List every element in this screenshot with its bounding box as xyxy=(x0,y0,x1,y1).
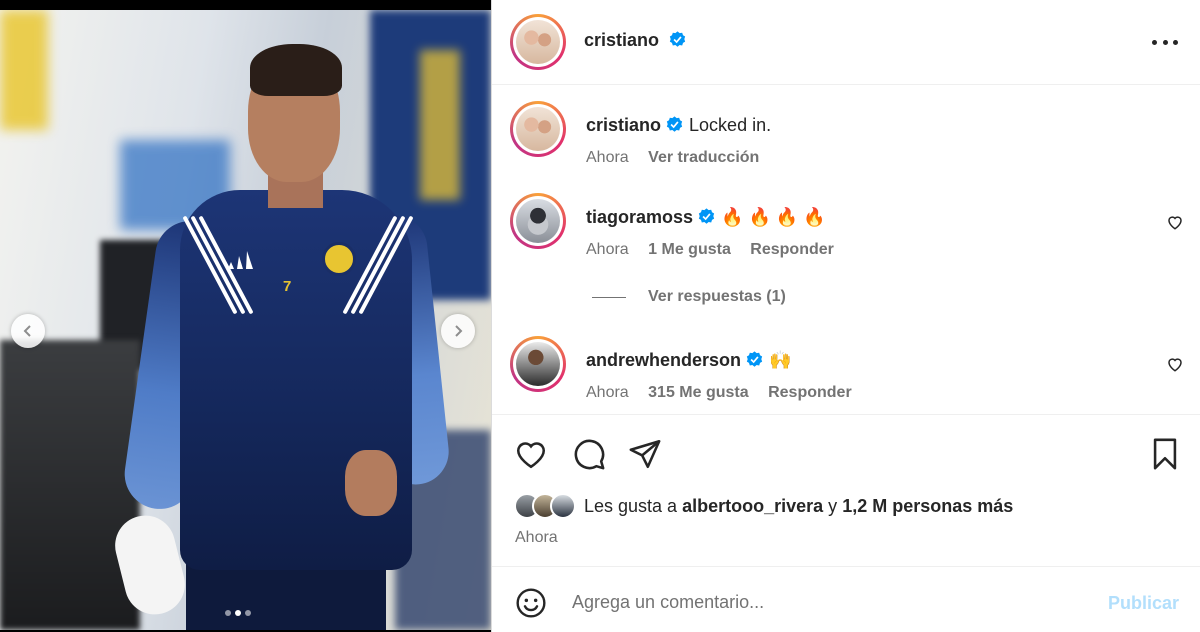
post-time[interactable]: Ahora xyxy=(515,529,558,547)
photo-shape xyxy=(250,44,342,96)
replies-divider xyxy=(592,296,626,298)
comment-composer: Publicar xyxy=(492,566,1200,632)
comment-text: 🔥 🔥 🔥 🔥 xyxy=(721,207,826,227)
comment-likes[interactable]: 1 Me gusta xyxy=(648,241,731,258)
view-replies-button[interactable]: Ver respuestas (1) xyxy=(592,288,786,306)
post-sidebar: cristiano cristiano Locked in. Ahora Ver… xyxy=(491,0,1200,632)
chevron-right-icon xyxy=(455,325,463,337)
comment-meta: Ahora 315 Me gusta Responder xyxy=(586,384,852,402)
photo-shape xyxy=(345,450,397,516)
likes-text: Les gusta a albertooo_rivera y 1,2 M per… xyxy=(584,496,1013,517)
caption-avatar[interactable] xyxy=(510,101,566,157)
comment-icon[interactable] xyxy=(572,437,606,471)
publish-button[interactable]: Publicar xyxy=(1108,593,1179,614)
like-comment-heart-icon[interactable] xyxy=(1166,213,1184,231)
view-replies-label: Ver respuestas (1) xyxy=(648,288,786,305)
comment-line: andrewhenderson 🙌 xyxy=(586,350,791,371)
adidas-logo-icon xyxy=(228,251,253,269)
commenter-username[interactable]: andrewhenderson xyxy=(586,350,741,370)
carousel-dot xyxy=(245,610,251,616)
carousel-dot-active xyxy=(235,610,241,616)
verified-badge-icon xyxy=(698,208,715,224)
caption-time[interactable]: Ahora xyxy=(586,149,629,166)
likes-prefix: Les gusta a xyxy=(584,495,678,516)
author-avatar[interactable] xyxy=(510,14,566,70)
author-username-row: cristiano xyxy=(584,30,686,51)
post-header: cristiano xyxy=(492,0,1200,85)
send-icon[interactable] xyxy=(628,437,662,471)
author-username[interactable]: cristiano xyxy=(584,30,659,50)
more-options-button[interactable] xyxy=(1152,30,1178,54)
caption-meta: Ahora Ver traducción xyxy=(586,149,759,167)
caption-username[interactable]: cristiano xyxy=(586,115,661,135)
post-photo: 7 xyxy=(0,10,491,630)
commenter-avatar[interactable] xyxy=(510,336,566,392)
post-media: 7 xyxy=(0,10,491,630)
previous-slide-button[interactable] xyxy=(11,314,45,348)
emoji-icon[interactable] xyxy=(515,587,547,619)
verified-badge-icon xyxy=(746,351,763,367)
commenter-avatar[interactable] xyxy=(510,193,566,249)
shirt-number: 7 xyxy=(283,278,292,295)
likes-connector: y xyxy=(828,495,838,516)
comment-likes[interactable]: 315 Me gusta xyxy=(648,384,748,401)
verified-badge-icon xyxy=(666,116,683,132)
caption-text: Locked in. xyxy=(689,115,772,135)
likes-summary: Les gusta a albertooo_rivera y 1,2 M per… xyxy=(514,493,1013,519)
comment-text: 🙌 xyxy=(769,350,792,370)
chevron-left-icon xyxy=(23,325,31,337)
likes-count[interactable]: 1,2 M personas más xyxy=(842,496,1013,516)
reply-button[interactable]: Responder xyxy=(768,384,852,401)
heart-icon[interactable] xyxy=(514,437,548,471)
next-slide-button[interactable] xyxy=(441,314,475,348)
club-crest-icon xyxy=(322,242,356,276)
comment-time[interactable]: Ahora xyxy=(586,384,629,401)
more-options-icon xyxy=(1152,39,1157,45)
verified-badge-icon xyxy=(669,31,686,47)
caption-line: cristiano Locked in. xyxy=(586,115,771,136)
comment-meta: Ahora 1 Me gusta Responder xyxy=(586,241,834,259)
liker-username[interactable]: albertooo_rivera xyxy=(682,496,823,516)
carousel-indicator xyxy=(225,610,251,616)
comment-time[interactable]: Ahora xyxy=(586,241,629,258)
comment-input[interactable] xyxy=(572,587,1092,617)
carousel-dot xyxy=(225,610,231,616)
commenter-username[interactable]: tiagoramoss xyxy=(586,207,693,227)
reply-button[interactable]: Responder xyxy=(750,241,834,258)
liker-avatar[interactable] xyxy=(550,493,576,519)
comment-line: tiagoramoss 🔥 🔥 🔥 🔥 xyxy=(586,207,826,228)
post-actions: Les gusta a albertooo_rivera y 1,2 M per… xyxy=(492,414,1200,566)
bookmark-icon[interactable] xyxy=(1148,437,1182,471)
photo-shape xyxy=(108,509,192,621)
like-comment-heart-icon[interactable] xyxy=(1166,355,1184,373)
translate-link[interactable]: Ver traducción xyxy=(648,149,759,166)
